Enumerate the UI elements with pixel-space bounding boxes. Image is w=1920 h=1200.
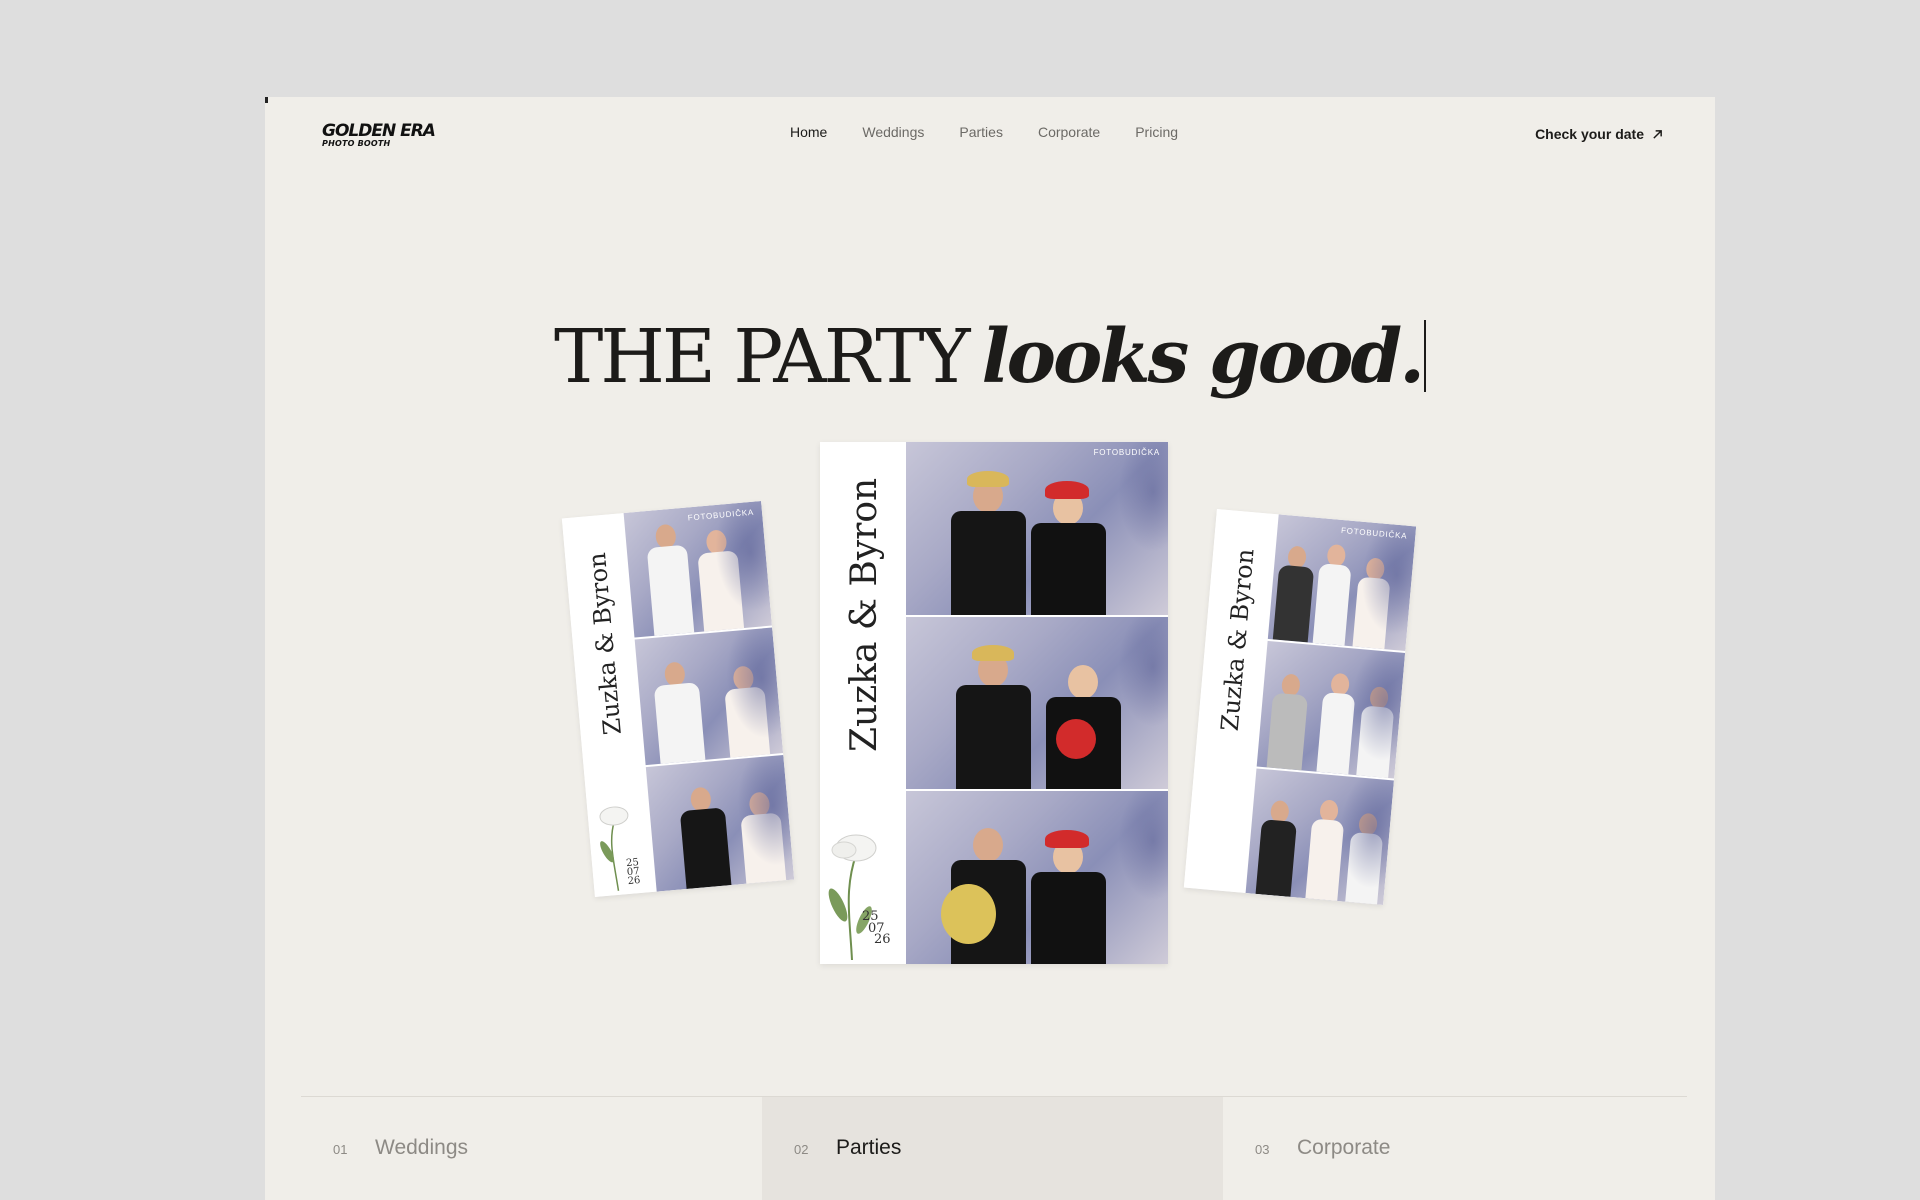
strip-photos: FOTOBUDIČKA <box>906 442 1168 964</box>
guest-figure <box>1031 824 1106 964</box>
headline-roman: THE PARTY <box>554 314 970 400</box>
guest-figure <box>956 639 1031 790</box>
watermark: FOTOBUDIČKA <box>687 507 755 523</box>
watermark: FOTOBUDIČKA <box>1340 525 1408 541</box>
guest-figure <box>941 814 1026 964</box>
tab-parties[interactable]: 02 Parties <box>762 1097 1223 1200</box>
guest-figure <box>1255 799 1299 897</box>
couple-names: Zuzka & Byron <box>844 477 885 752</box>
guest-figure <box>951 465 1026 615</box>
hat-prop <box>967 470 1009 487</box>
text-caret <box>1423 320 1426 392</box>
couple-names: Zuzka & Byron <box>582 551 627 737</box>
site-frame: GOLDEN ERA PHOTO BOOTH Home Weddings Par… <box>265 97 1715 1200</box>
arrow-up-right-icon <box>1653 129 1662 139</box>
photo-frame: FOTOBUDIČKA <box>906 442 1168 615</box>
guest-figure <box>1312 544 1354 646</box>
tab-number: 02 <box>794 1142 809 1157</box>
photo-frame: FOTOBUDIČKA <box>1267 514 1417 652</box>
photo-strip-center[interactable]: Zuzka & Byron 25 07 26 FOTOBUDIČKA <box>820 442 1168 964</box>
tab-label: Weddings <box>375 1136 469 1159</box>
hero-headline: THE PARTY looks good. <box>265 320 1715 394</box>
photo-frame <box>906 791 1168 964</box>
corner-mark <box>265 97 268 103</box>
guest-figure <box>1272 545 1316 643</box>
photo-frame <box>1245 768 1394 905</box>
check-date-button[interactable]: Check your date <box>1535 126 1663 142</box>
tab-label: Parties <box>836 1136 902 1159</box>
nav-home[interactable]: Home <box>790 124 827 140</box>
nav-parties[interactable]: Parties <box>959 124 1003 140</box>
tab-label: Corporate <box>1297 1136 1391 1159</box>
tab-corporate[interactable]: 03 Corporate <box>1223 1097 1684 1200</box>
watermark: FOTOBUDIČKA <box>1093 448 1160 457</box>
tab-weddings[interactable]: 01 Weddings <box>301 1097 762 1200</box>
guest-figure <box>1345 812 1385 905</box>
guest-figure <box>645 523 695 638</box>
photo-frame: FOTOBUDIČKA <box>623 501 772 638</box>
photo-frame <box>645 754 795 892</box>
couple-names: Zuzka & Byron <box>1215 547 1260 733</box>
guest-figure <box>696 529 745 634</box>
nav-pricing[interactable]: Pricing <box>1135 124 1178 140</box>
guest-figure <box>722 664 771 760</box>
guest-figure <box>1046 649 1121 790</box>
guest-figure <box>1316 672 1357 775</box>
photo-strip-right[interactable]: Zuzka & Byron FOTOBUDIČKA <box>1183 509 1417 905</box>
tab-number: 03 <box>1255 1142 1270 1157</box>
logo-wordmark: GOLDEN ERA <box>322 121 436 141</box>
tab-number: 01 <box>333 1142 348 1157</box>
nav-weddings[interactable]: Weddings <box>862 124 924 140</box>
nav-corporate[interactable]: Corporate <box>1038 124 1100 140</box>
strip-date: 25 07 26 <box>862 908 891 948</box>
check-date-label: Check your date <box>1535 126 1644 142</box>
guest-figure <box>1356 685 1396 778</box>
photo-strip-left[interactable]: Zuzka & Byron 25 07 26 FOTOBUDIČKA <box>561 501 795 897</box>
main-nav: Home Weddings Parties Corporate Pricing <box>790 124 1178 140</box>
guest-figure <box>739 791 787 886</box>
photo-frame <box>1256 641 1406 779</box>
guest-figure <box>1266 672 1310 771</box>
photo-frame <box>634 627 784 765</box>
strip-date: 25 07 26 <box>625 857 641 888</box>
headline-italic: looks good. <box>981 314 1425 400</box>
guest-figure <box>678 785 732 891</box>
guest-figure <box>1352 557 1392 650</box>
photo-frame <box>906 616 1168 790</box>
logo[interactable]: GOLDEN ERA PHOTO BOOTH <box>322 121 436 148</box>
logo-tagline: PHOTO BOOTH <box>322 139 391 148</box>
guest-figure <box>1305 799 1346 901</box>
guest-figure <box>652 660 706 765</box>
strip-side-panel: Zuzka & Byron 25 07 26 <box>820 442 906 964</box>
hat-prop <box>1045 480 1089 499</box>
guest-figure <box>1031 475 1106 615</box>
